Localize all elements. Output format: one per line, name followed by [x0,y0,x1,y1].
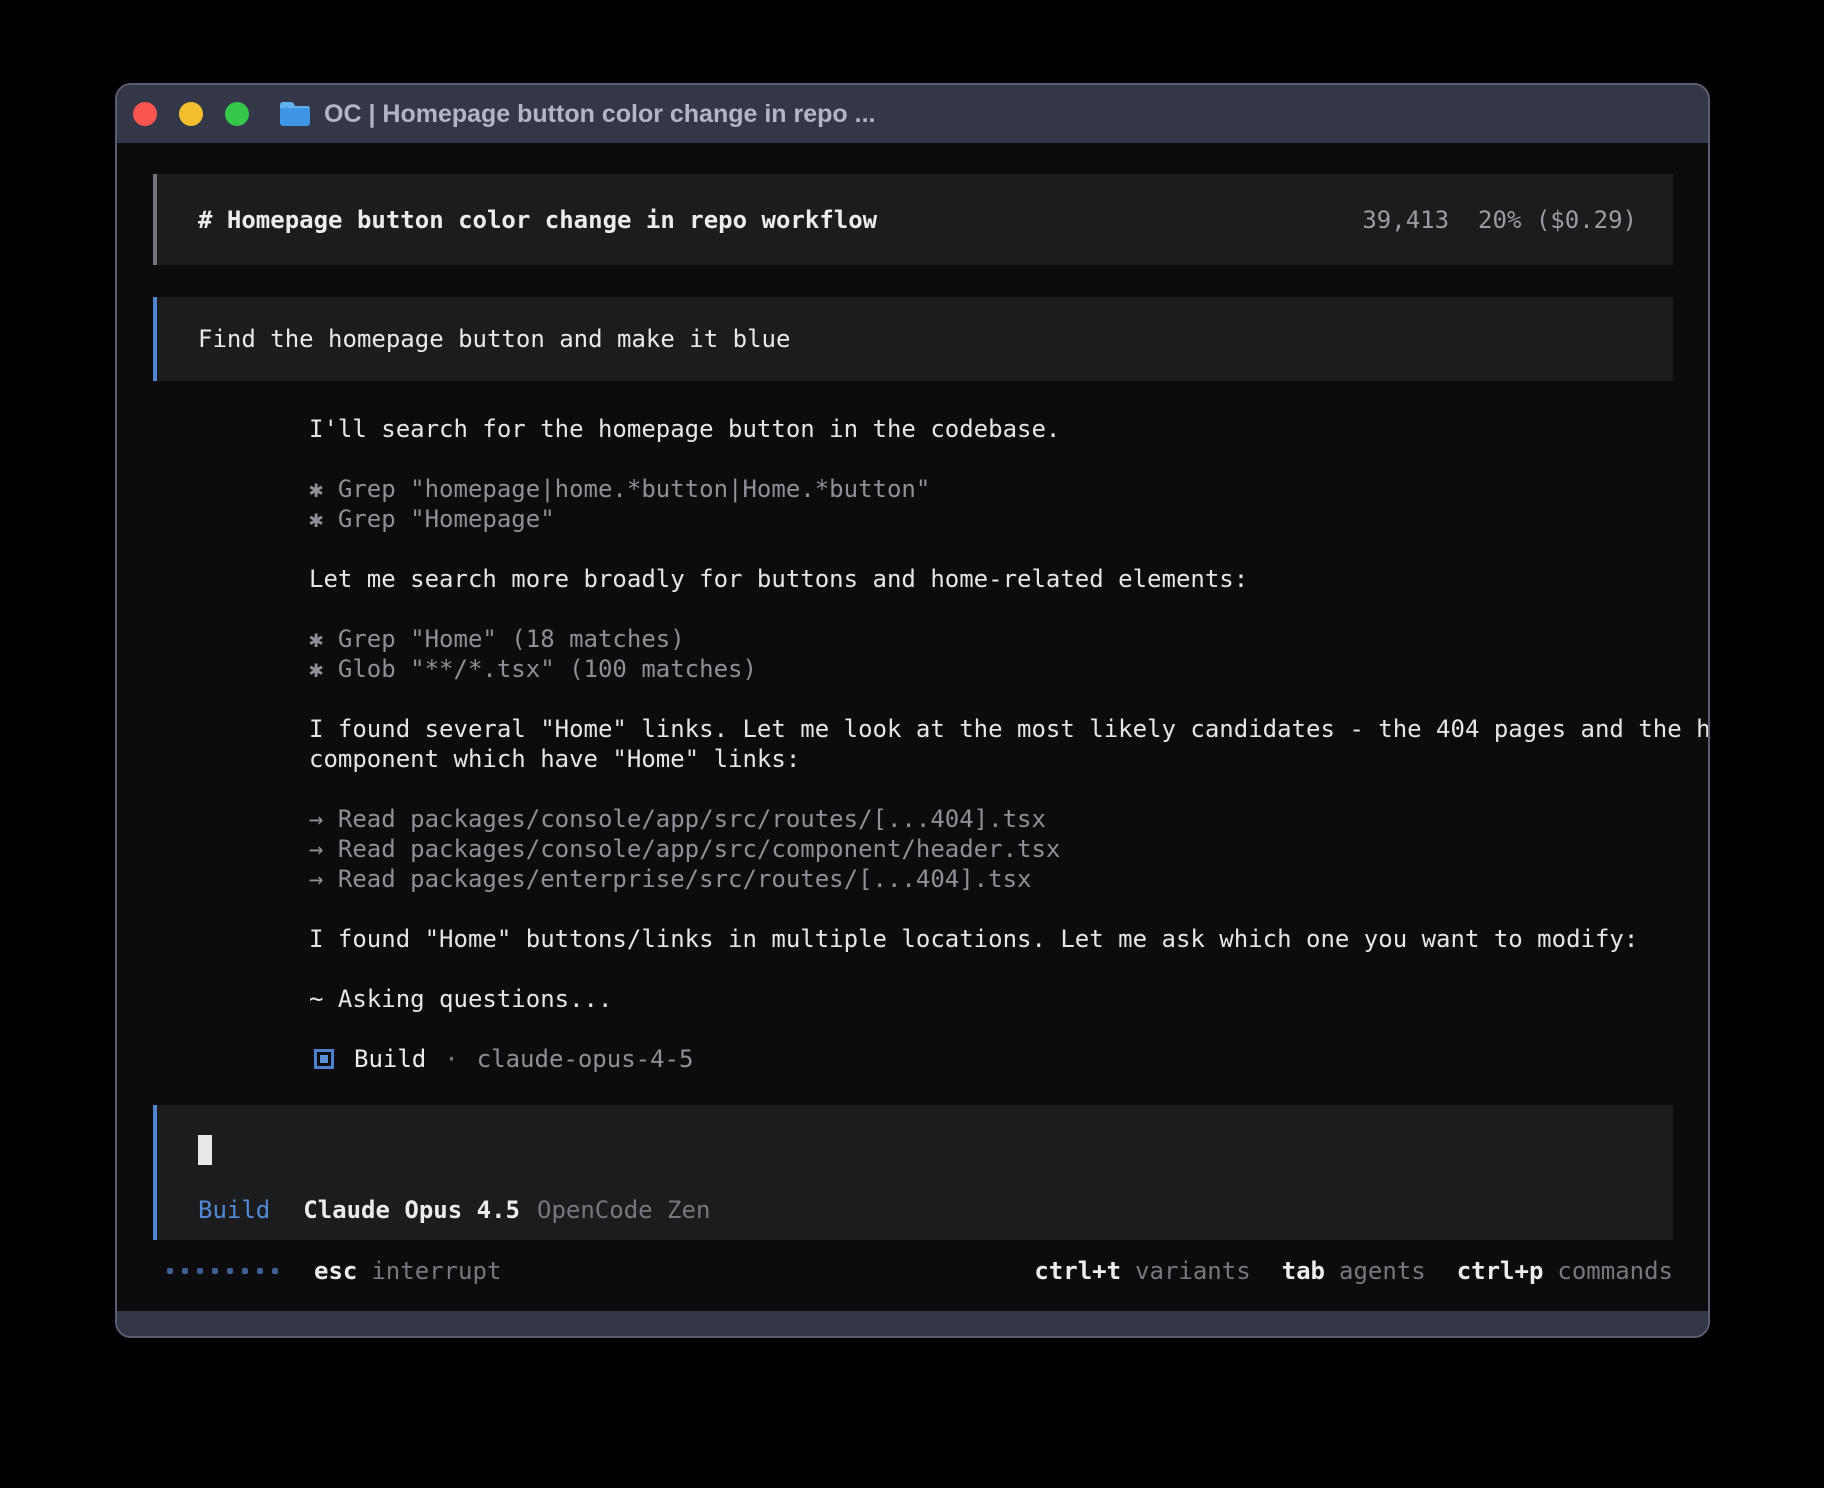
tool-call-grep: ✱ Grep "homepage|home.*button|Home.*butt… [309,474,1710,504]
assistant-text: I'll search for the homepage button in t… [309,414,1710,444]
provider-name: OpenCode Zen [537,1196,710,1224]
input-meta: Build Claude Opus 4.5 OpenCode Zen [198,1196,1637,1224]
token-count: 39,413 [1362,206,1449,234]
agent-status-row: Build · claude-opus-4-5 [309,1044,1710,1074]
hint-label: agents [1339,1257,1426,1285]
hint-label: variants [1135,1257,1251,1285]
model-name: Claude Opus 4.5 [303,1196,520,1224]
agent-name: Build [354,1044,426,1074]
hint-key: ctrl+p [1457,1257,1544,1285]
session-stats: 39,413 20% ($0.29) [1362,206,1637,234]
window-controls [133,102,249,126]
close-button[interactable] [133,102,157,126]
conversation: I'll search for the homepage button in t… [309,414,1710,1074]
maximize-button[interactable] [225,102,249,126]
loading-indicator [167,1268,278,1274]
session-header: # Homepage button color change in repo w… [153,174,1673,265]
window-bottom-strip [117,1311,1708,1336]
user-message: Find the homepage button and make it blu… [153,297,1673,381]
tool-call-read: → Read packages/console/app/src/routes/[… [309,804,1710,834]
session-title: # Homepage button color change in repo w… [198,206,877,234]
agent-model: claude-opus-4-5 [477,1044,694,1074]
tool-call-glob: ✱ Glob "**/*.tsx" (100 matches) [309,654,1710,684]
assistant-text: I found several "Home" links. Let me loo… [309,714,1710,774]
status-right: ctrl+t variants tab agents ctrl+p comman… [1003,1257,1673,1285]
status-left: esc interrupt [167,1257,501,1285]
hint-variants: ctrl+t variants [1034,1257,1250,1285]
folder-icon [279,101,311,127]
hint-commands: ctrl+p commands [1457,1257,1673,1285]
status-bar: esc interrupt ctrl+t variants tab agents… [167,1256,1673,1286]
agent-build-icon [314,1049,334,1069]
titlebar[interactable]: OC | Homepage button color change in rep… [117,85,1708,143]
hint-agents: tab agents [1282,1257,1426,1285]
prompt-input[interactable]: Build Claude Opus 4.5 OpenCode Zen [153,1105,1673,1240]
terminal-body: # Homepage button color change in repo w… [117,143,1708,1311]
user-message-text: Find the homepage button and make it blu… [198,325,790,353]
agent-badge[interactable]: Build [198,1196,270,1224]
hint-key: ctrl+t [1034,1257,1121,1285]
context-usage: 20% ($0.29) [1478,206,1637,234]
window-title: OC | Homepage button color change in rep… [324,100,875,129]
tool-call-grep: ✱ Grep "Home" (18 matches) [309,624,1710,654]
tool-call-grep: ✱ Grep "Homepage" [309,504,1710,534]
text-cursor [198,1135,212,1165]
assistant-text: Let me search more broadly for buttons a… [309,564,1710,594]
assistant-text: I found "Home" buttons/links in multiple… [309,924,1710,954]
esc-key-hint: esc [314,1257,357,1285]
terminal-window: OC | Homepage button color change in rep… [115,83,1710,1338]
hint-key: tab [1282,1257,1325,1285]
tool-call-read: → Read packages/enterprise/src/routes/[.… [309,864,1710,894]
tool-call-read: → Read packages/console/app/src/componen… [309,834,1710,864]
minimize-button[interactable] [179,102,203,126]
agent-separator: · [444,1044,458,1074]
hint-label: commands [1557,1257,1673,1285]
working-status: ~ Asking questions... [309,984,1710,1014]
interrupt-label: interrupt [371,1257,501,1285]
